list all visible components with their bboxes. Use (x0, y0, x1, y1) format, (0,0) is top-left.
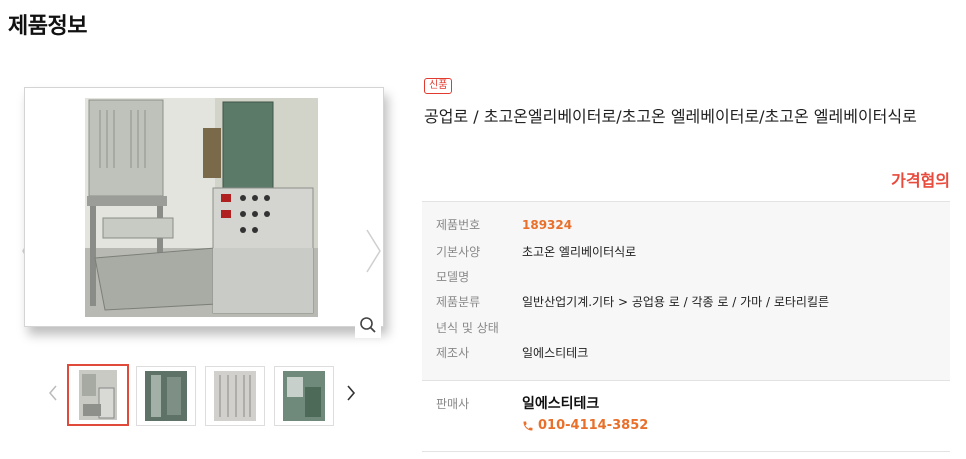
chevron-right-icon (366, 229, 381, 273)
thumbnail-item[interactable] (274, 366, 334, 426)
condition-badge: 신품 (424, 78, 453, 94)
spec-value: 일반산업기계.기타 > 공업용 로 / 각종 로 / 가마 / 로타리킬른 (522, 295, 830, 309)
gallery-next-button[interactable] (365, 228, 383, 278)
spec-key: 제품분류 (436, 295, 481, 309)
seller-label: 판매사 (436, 397, 470, 411)
spec-value: 일에스티테크 (522, 346, 589, 360)
page-title: 제품정보 (8, 14, 87, 39)
seller-phone-link[interactable]: 010-4114-3852 (522, 418, 648, 433)
spec-value: 초고온 엘리베이터식로 (522, 245, 637, 259)
thumbnail-prev-button[interactable] (48, 385, 58, 405)
thumbnail-image (69, 366, 127, 424)
spec-table: 제품번호 189324 기본사양 초고온 엘리베이터식로 모델명 제품분류 일반… (422, 201, 950, 381)
spec-value: 189324 (522, 218, 573, 232)
main-product-photo[interactable] (24, 87, 384, 327)
thumbnail-next-button[interactable] (346, 385, 356, 405)
divider (422, 451, 950, 452)
spec-key: 제조사 (436, 346, 470, 360)
thumbnail-image (275, 367, 333, 425)
spec-key: 모델명 (436, 270, 470, 284)
spec-key: 기본사양 (436, 245, 481, 259)
price: 가격협의 (891, 171, 950, 190)
zoom-icon (360, 317, 376, 333)
thumbnail-image (137, 367, 195, 425)
zoom-button[interactable] (355, 312, 381, 338)
thumbnail-item[interactable] (205, 366, 265, 426)
thumbnail-image (206, 367, 264, 425)
chevron-left-icon (49, 385, 57, 401)
seller-phone: 010-4114-3852 (538, 418, 649, 433)
thumbnail-item[interactable] (136, 366, 196, 426)
spec-key: 제품번호 (436, 218, 481, 232)
phone-icon (523, 421, 533, 430)
product-title: 공업로 / 초고온엘리베이터로/초고온 엘레베이터로/초고온 엘레베이터식로 (424, 107, 917, 126)
spec-key: 년식 및 상태 (436, 321, 499, 335)
chevron-right-icon (347, 385, 356, 401)
thumbnail-item[interactable] (67, 364, 129, 426)
seller-name[interactable]: 일에스티테크 (522, 393, 599, 413)
machine-image (85, 98, 318, 317)
